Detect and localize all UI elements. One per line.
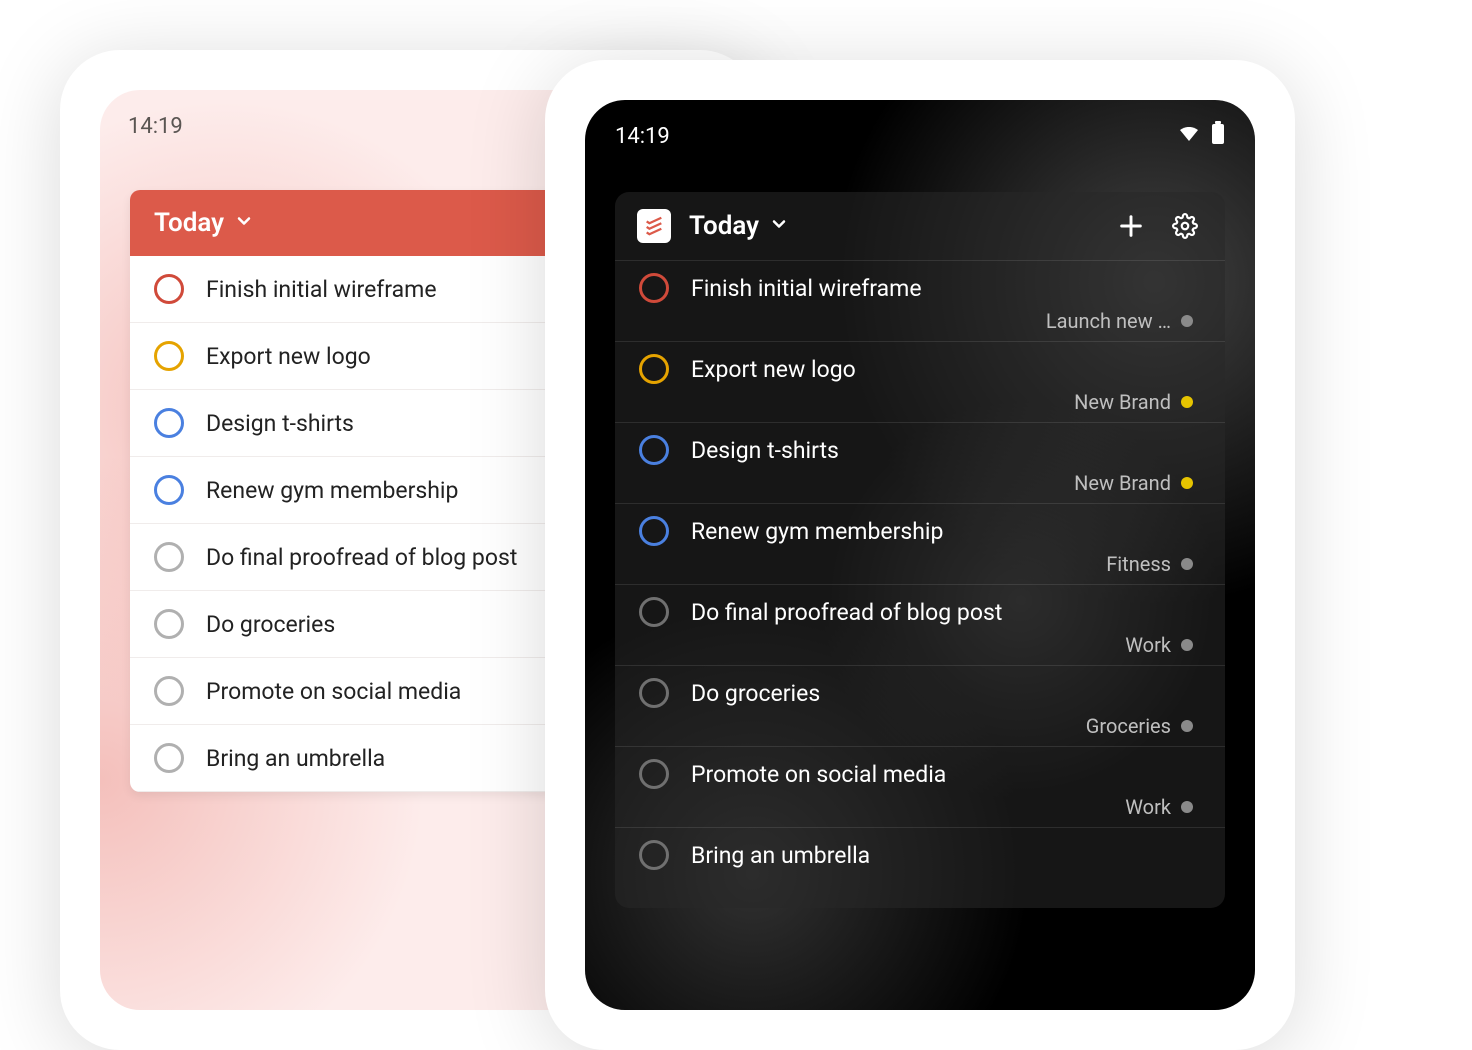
view-title: Today (689, 211, 759, 241)
task-title: Do final proofread of blog post (206, 544, 517, 571)
task-checkbox[interactable] (154, 475, 184, 505)
task-title: Do groceries (206, 611, 335, 638)
project-color-dot (1181, 558, 1193, 570)
task-row[interactable]: Finish initial wireframe Launch new … (615, 260, 1225, 341)
task-title: Finish initial wireframe (691, 275, 922, 302)
task-project-label: Work (1125, 633, 1171, 657)
task-checkbox[interactable] (154, 408, 184, 438)
project-color-dot (1181, 801, 1193, 813)
task-title: Bring an umbrella (206, 745, 385, 772)
task-checkbox[interactable] (639, 273, 669, 303)
task-title: Do final proofread of blog post (691, 599, 1002, 626)
task-row[interactable]: Promote on social media Work (615, 746, 1225, 827)
task-checkbox[interactable] (154, 676, 184, 706)
task-project-label: Launch new … (1046, 309, 1171, 333)
task-row[interactable]: Design t-shirts New Brand (615, 422, 1225, 503)
task-project-label: New Brand (1074, 471, 1171, 495)
chevron-down-icon (769, 211, 789, 241)
status-time: 14:19 (615, 124, 670, 149)
task-title: Renew gym membership (206, 477, 458, 504)
task-title: Design t-shirts (691, 437, 839, 464)
device-frame-dark: 14:19 Today (545, 60, 1295, 1050)
task-title: Export new logo (691, 356, 856, 383)
wifi-icon (1177, 121, 1201, 151)
todoist-app-icon[interactable] (637, 209, 671, 243)
task-title: Design t-shirts (206, 410, 354, 437)
task-list-dark: Finish initial wireframe Launch new … Expo… (615, 260, 1225, 908)
status-bar-dark: 14:19 (585, 100, 1255, 172)
task-row[interactable]: Do final proofread of blog post Work (615, 584, 1225, 665)
project-color-dot (1181, 639, 1193, 651)
task-row[interactable]: Bring an umbrella (615, 827, 1225, 908)
task-title: Renew gym membership (691, 518, 943, 545)
add-task-button[interactable] (1113, 208, 1149, 244)
task-checkbox[interactable] (639, 678, 669, 708)
task-checkbox[interactable] (639, 759, 669, 789)
task-checkbox[interactable] (154, 609, 184, 639)
task-checkbox[interactable] (154, 743, 184, 773)
task-checkbox[interactable] (639, 840, 669, 870)
task-checkbox[interactable] (639, 597, 669, 627)
task-checkbox[interactable] (639, 435, 669, 465)
battery-icon (1211, 121, 1225, 151)
project-color-dot (1181, 477, 1193, 489)
task-checkbox[interactable] (639, 354, 669, 384)
task-checkbox[interactable] (154, 341, 184, 371)
task-checkbox[interactable] (639, 516, 669, 546)
widget-header-dark: Today (615, 192, 1225, 260)
view-title: Today (154, 208, 224, 238)
task-project-label: Work (1125, 795, 1171, 819)
task-project-label: Fitness (1106, 552, 1171, 576)
project-color-dot (1181, 396, 1193, 408)
chevron-down-icon (234, 208, 254, 238)
task-title: Promote on social media (691, 761, 946, 788)
todo-widget-dark: Today Finish initial wireframe Launch new… (615, 192, 1225, 908)
task-row[interactable]: Do groceries Groceries (615, 665, 1225, 746)
status-time: 14:19 (128, 114, 183, 139)
task-project-label: New Brand (1074, 390, 1171, 414)
task-checkbox[interactable] (154, 542, 184, 572)
task-project-label: Groceries (1086, 714, 1171, 738)
task-title: Do groceries (691, 680, 820, 707)
task-title: Promote on social media (206, 678, 461, 705)
view-title-button[interactable]: Today (689, 211, 789, 241)
task-checkbox[interactable] (154, 274, 184, 304)
project-color-dot (1181, 720, 1193, 732)
task-row[interactable]: Export new logo New Brand (615, 341, 1225, 422)
task-title: Finish initial wireframe (206, 276, 437, 303)
task-title: Bring an umbrella (691, 842, 870, 869)
project-color-dot (1181, 315, 1193, 327)
settings-button[interactable] (1167, 208, 1203, 244)
task-title: Export new logo (206, 343, 371, 370)
task-row[interactable]: Renew gym membership Fitness (615, 503, 1225, 584)
